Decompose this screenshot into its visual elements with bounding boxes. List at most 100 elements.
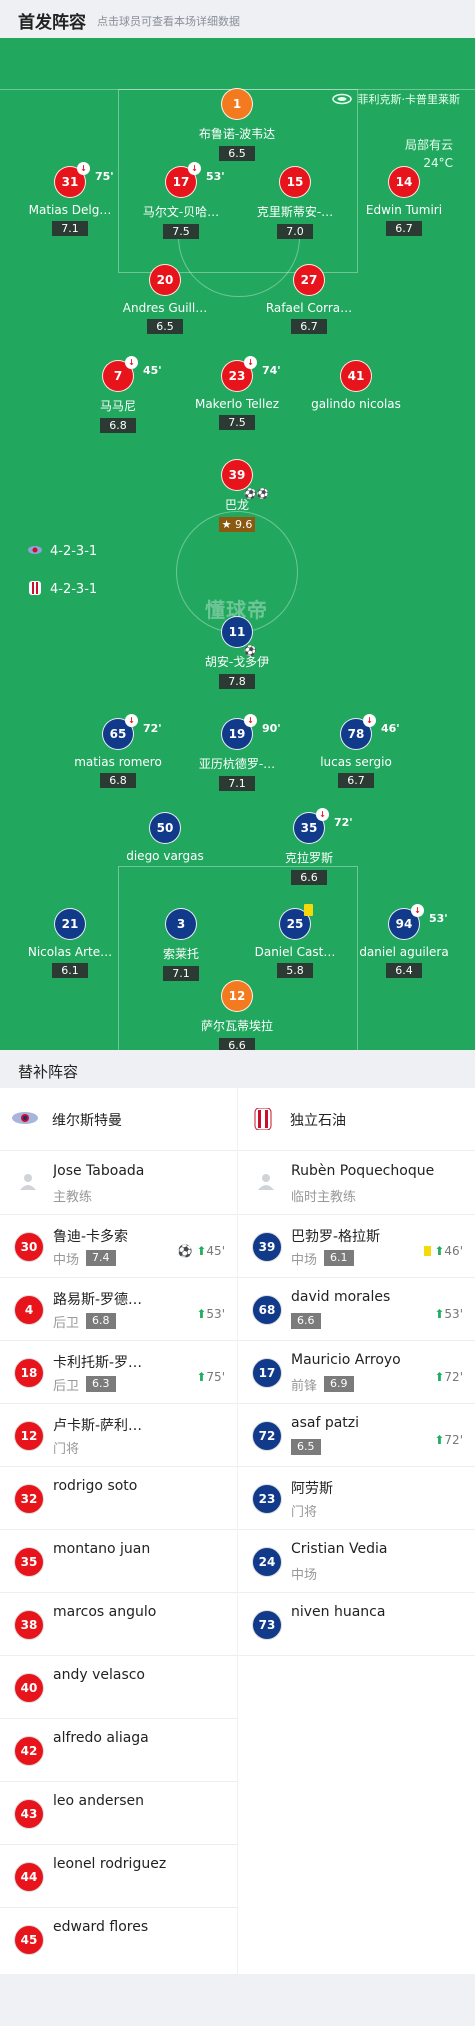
sub-out-icon: ↓	[77, 162, 90, 175]
lineup-subtitle: 点击球员可查看本场详细数据	[97, 15, 240, 28]
player-position: 中场	[291, 1568, 318, 1583]
lineup-title: 首发阵容	[18, 13, 86, 33]
player-name: 克拉罗斯	[284, 851, 333, 865]
player-number: 19	[228, 727, 246, 741]
player-name: diego vargas	[126, 849, 204, 863]
sub-in-icon: ⬆	[434, 1307, 445, 1321]
player-name: 鲁迪-卡多索	[53, 1229, 129, 1245]
sub-out-icon: ↓	[316, 808, 329, 821]
sub-out-icon: ↓	[125, 714, 138, 727]
player-name: asaf patzi	[291, 1415, 360, 1431]
player-marker[interactable]: 41 galindo nicolas	[286, 360, 426, 411]
player-number: 18	[14, 1358, 44, 1388]
bench-player-row[interactable]: 40 andy velasco	[0, 1655, 237, 1719]
player-number: 3	[165, 908, 197, 940]
player-name: galindo nicolas	[311, 397, 401, 411]
player-number: 31	[61, 175, 79, 189]
player-rating: 7.1	[52, 221, 88, 236]
bench-player-row[interactable]: 39 巴勃罗-格拉斯 中场 6.1 ⬆46'	[238, 1214, 475, 1278]
player-marker[interactable]: 39 ⚽⚽ 巴龙 ★ 9.6	[167, 459, 307, 532]
bench-player-row[interactable]: 45 edward flores	[0, 1907, 237, 1970]
sub-in-event: ⬆75'	[196, 1370, 225, 1384]
sub-out-icon: ↓	[363, 714, 376, 727]
bench-player-row[interactable]: 12 卢卡斯-萨利… 门将	[0, 1403, 237, 1467]
home-team-name: 维尔斯特曼	[52, 1113, 122, 1129]
player-number: 25	[286, 917, 304, 931]
player-number: 43	[14, 1799, 44, 1829]
player-number: 45	[14, 1925, 44, 1955]
away-team-name: 独立石油	[290, 1113, 346, 1129]
home-coach-row[interactable]: Jose Taboada 主教练	[0, 1151, 237, 1215]
yellow-card-icon	[304, 904, 313, 916]
subs-header: 替补阵容	[0, 1050, 475, 1088]
player-marker[interactable]: 27 Rafael Corra… 6.7	[239, 264, 379, 334]
player-number: 65	[109, 727, 127, 741]
bench-player-row[interactable]: 44 leonel rodriguez	[0, 1844, 237, 1908]
player-number: 12	[221, 980, 253, 1012]
bench-player-row[interactable]: 23 阿劳斯 门将	[238, 1466, 475, 1530]
player-marker[interactable]: 35 ↓ 72' 克拉罗斯 6.6	[239, 808, 379, 885]
player-number: 73	[252, 1610, 282, 1640]
player-name: leo andersen	[53, 1793, 145, 1809]
bench-player-row[interactable]: 73 niven huanca	[238, 1592, 475, 1656]
player-name: 阿劳斯	[291, 1481, 333, 1497]
player-marker[interactable]: 11 ⚽ 胡安-戈多伊 7.8	[167, 616, 307, 689]
coach-avatar-icon	[256, 1171, 276, 1191]
player-rating: 7.1	[163, 966, 199, 981]
player-marker[interactable]: 94 ↓ 53' daniel aguilera 6.4	[334, 904, 474, 978]
player-name: 卡利托斯-罗…	[53, 1355, 143, 1371]
player-name: Cristian Vedia	[291, 1541, 388, 1557]
player-number: 50	[149, 812, 181, 844]
player-number: 7	[113, 369, 123, 383]
player-name: 萨尔瓦蒂埃拉	[200, 1019, 273, 1033]
player-marker[interactable]: 20 Andres Guill… 6.5	[95, 264, 235, 334]
player-rating: 6.8	[86, 1313, 116, 1329]
bench-player-row[interactable]: 4 路易斯-罗德… 后卫 6.8 ⬆53'	[0, 1277, 237, 1341]
bench-player-row[interactable]: 68 david morales 6.6 ⬆53'	[238, 1277, 475, 1341]
bench-player-row[interactable]: 35 montano juan	[0, 1529, 237, 1593]
player-name: 巴勃罗-格拉斯	[291, 1229, 381, 1245]
away-bench: 独立石油 Rubèn Poquechoque 临时主教练 39 巴勃罗-格拉斯 …	[238, 1088, 475, 1974]
player-marker[interactable]: 78 ↓ 46' lucas sergio 6.7	[286, 714, 426, 788]
player-position: 中场	[291, 1253, 318, 1268]
player-marker[interactable]: 14 Edwin Tumiri 6.7	[334, 166, 474, 236]
player-rating: 5.8	[277, 963, 313, 978]
bench-player-row[interactable]: 30 鲁迪-卡多索 中场 7.4 ⚽ ⬆45'	[0, 1214, 237, 1278]
bench-player-row[interactable]: 72 asaf patzi 6.5 ⬆72'	[238, 1403, 475, 1467]
player-name: alfredo aliaga	[53, 1730, 149, 1746]
home-team-row: 维尔斯特曼	[0, 1088, 237, 1151]
bench-player-row[interactable]: 18 卡利托斯-罗… 后卫 6.3 ⬆75'	[0, 1340, 237, 1404]
player-number: 11	[228, 625, 246, 639]
player-name: niven huanca	[291, 1604, 386, 1620]
player-number: 41	[340, 360, 372, 392]
bench-player-row[interactable]: 42 alfredo aliaga	[0, 1718, 237, 1782]
coach-avatar-icon	[18, 1171, 38, 1191]
player-name: Edwin Tumiri	[365, 203, 443, 217]
bench-player-row[interactable]: 24 Cristian Vedia 中场	[238, 1529, 475, 1593]
pitch: 菲利克斯·卡普里莱斯 局部有云 24°C 懂球帝 4-2-3-1 4-2-3-1…	[0, 38, 475, 1050]
player-marker[interactable]: 1 布鲁诺-波韦达 6.5	[167, 88, 307, 161]
player-rating: 6.9	[324, 1376, 354, 1392]
player-marker[interactable]: 12 萨尔瓦蒂埃拉 6.6	[167, 980, 307, 1050]
bench-player-row[interactable]: 32 rodrigo soto	[0, 1466, 237, 1530]
player-marker[interactable]: 50 diego vargas	[95, 812, 235, 863]
player-rating: 7.4	[86, 1250, 116, 1266]
bench-player-row[interactable]: 17 Mauricio Arroyo 前锋 6.9 ⬆72'	[238, 1340, 475, 1404]
sub-out-icon: ↓	[188, 162, 201, 175]
away-coach-row[interactable]: Rubèn Poquechoque 临时主教练	[238, 1151, 475, 1215]
player-rating: 6.3	[86, 1376, 116, 1392]
player-position: 门将	[53, 1442, 80, 1457]
player-rating: ★ 9.6	[218, 517, 256, 532]
bench-player-row[interactable]: 43 leo andersen	[0, 1781, 237, 1845]
player-number: 40	[14, 1673, 44, 1703]
weather-text: 局部有云	[404, 138, 453, 152]
player-number: 39	[252, 1232, 282, 1262]
sub-in-icon: ⬆	[196, 1370, 207, 1384]
stadium-icon	[331, 93, 352, 108]
home-formation: 4-2-3-1	[28, 543, 97, 559]
sub-minute: 46'	[381, 722, 400, 735]
bench-player-row[interactable]: 38 marcos angulo	[0, 1592, 237, 1656]
player-number: 72	[252, 1421, 282, 1451]
player-number: 24	[252, 1547, 282, 1577]
player-position: 后卫	[53, 1379, 80, 1394]
